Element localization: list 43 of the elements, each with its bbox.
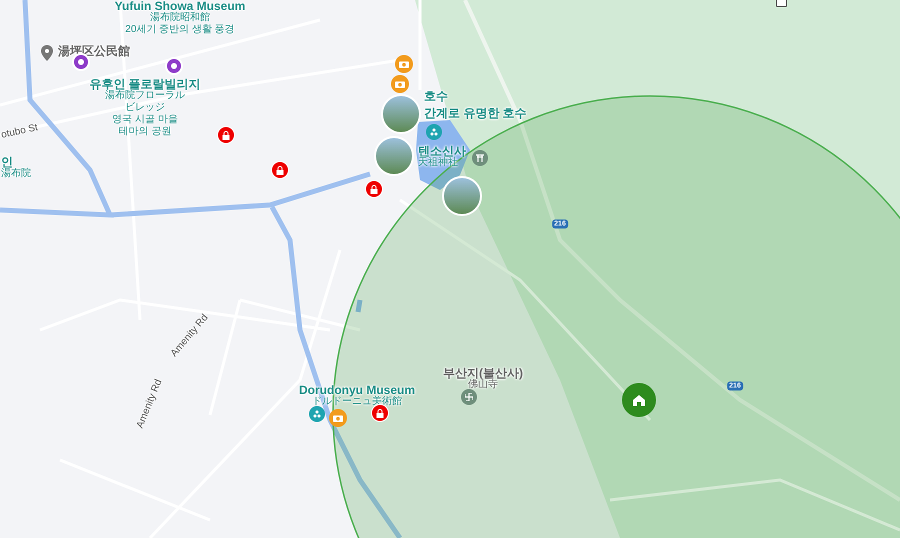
place-label: 영국 시골 마을 [112, 114, 178, 126]
location-pin-icon[interactable] [41, 45, 53, 61]
swastika-icon [465, 393, 473, 401]
place-label: 20세기 중반의 생활 풍경 [125, 24, 235, 36]
camera-icon [333, 414, 343, 422]
location-marker[interactable] [165, 57, 183, 75]
dots-icon [430, 128, 438, 136]
camera-icon [395, 80, 405, 88]
camera-icon [399, 60, 409, 68]
place-label: 간계로 유명한 호수 [424, 107, 527, 119]
place-label: 유후인 플로랄빌리지 [89, 78, 201, 90]
place-label: 湯布院昭和館 [150, 12, 210, 24]
place-label: 湯布院 [1, 168, 31, 180]
house-icon [633, 394, 645, 406]
lock-marker[interactable] [365, 180, 383, 198]
place-label: 부산지(불산사) [443, 367, 523, 379]
lock-icon [222, 130, 230, 140]
place-label: 인 [1, 156, 13, 168]
place-label: 佛山寺 [468, 379, 498, 391]
place-label: 테마의 공원 [118, 126, 172, 138]
place-label: ビレッジ [125, 102, 165, 114]
lock-marker[interactable] [271, 161, 289, 179]
photo-placeholder[interactable] [374, 136, 414, 176]
lock-marker[interactable] [217, 126, 235, 144]
lock-icon [276, 166, 284, 174]
pond-drawing [356, 300, 362, 312]
place-label: 호수 [424, 90, 448, 102]
lock-marker[interactable] [371, 404, 389, 422]
lock-icon [370, 184, 378, 194]
street-label: otubo St [0, 122, 40, 142]
place-label: Yufuin Showa Museum [114, 0, 246, 12]
camera-marker[interactable] [329, 409, 347, 427]
place-label: 텐소신사 [418, 145, 466, 157]
photo-placeholder[interactable] [381, 94, 421, 134]
gate-icon [476, 154, 484, 162]
dots-marker[interactable] [309, 406, 325, 422]
dots-icon [313, 410, 321, 418]
camera-marker[interactable] [391, 75, 409, 93]
camera-marker[interactable] [395, 55, 413, 73]
lock-icon [376, 408, 384, 418]
temple-marker[interactable] [461, 389, 477, 405]
place-label: 湯布院フローラル [105, 90, 185, 102]
place-label: ドルドーニュ美術館 [312, 396, 402, 408]
